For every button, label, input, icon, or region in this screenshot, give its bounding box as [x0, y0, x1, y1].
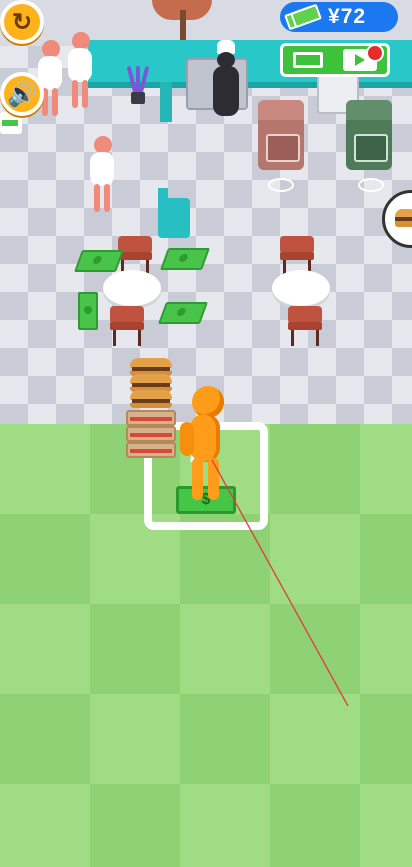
ad-notification-badge [366, 44, 384, 62]
money-amount: ¥72 [328, 5, 366, 29]
joystick-drag-line [211, 459, 349, 707]
money-counter: ¥72 [280, 2, 398, 32]
restart-icon: ↻ [11, 8, 33, 36]
cash-icon [293, 52, 323, 68]
restart-button[interactable]: ↻ [0, 0, 44, 44]
sound-icon: 🔊 [7, 80, 37, 108]
cash-bill [290, 3, 322, 29]
money-value: 72 [340, 5, 367, 28]
drag-direction-line [211, 459, 349, 707]
currency-symbol: ¥ [328, 5, 341, 28]
sound-button[interactable]: 🔊 [0, 72, 44, 116]
cash-stack-icon [284, 3, 322, 31]
game-scene[interactable]: 7 $ [0, 0, 412, 867]
